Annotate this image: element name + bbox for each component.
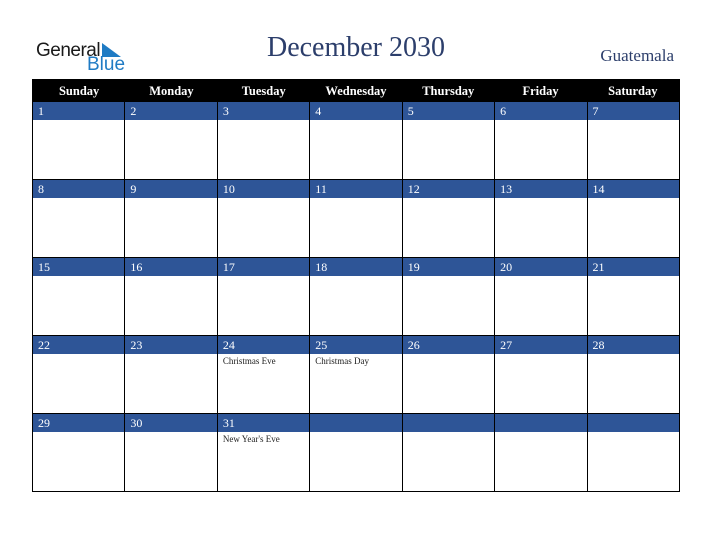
day-cell[interactable]: 11 [310,180,403,257]
day-number: 10 [217,180,310,198]
week-row: 29 30 31 New Year's Eve [33,413,679,491]
day-number: 27 [495,336,587,354]
day-cell[interactable] [587,414,679,491]
day-cell[interactable]: 20 [495,258,588,335]
week-row: 8 9 10 11 12 13 14 [33,179,679,257]
holiday-label: New Year's Eve [222,434,280,444]
day-cell[interactable]: 5 [402,102,496,179]
day-cell[interactable]: 2 [125,102,218,179]
day-number: 24 [217,336,310,354]
day-number [310,414,402,432]
weekday-wednesday: Wednesday [325,84,387,98]
day-cell[interactable]: 12 [402,180,496,257]
day-number: 15 [33,258,125,276]
day-cell[interactable]: 27 [495,336,588,413]
day-cell[interactable]: 19 [402,258,496,335]
day-number: 30 [125,414,217,432]
country-label: Guatemala [600,46,674,65]
weekday-thursday: Thursday [422,84,475,98]
day-cell[interactable] [310,414,403,491]
day-number: 26 [402,336,495,354]
day-number: 25 [310,336,402,354]
day-number: 7 [587,102,679,120]
day-number: 20 [495,258,587,276]
day-cell[interactable] [495,414,588,491]
day-number: 17 [217,258,310,276]
day-number: 31 [217,414,310,432]
day-number: 4 [310,102,402,120]
day-cell[interactable]: 10 [217,180,311,257]
day-cell[interactable]: 30 [125,414,218,491]
day-cell[interactable]: 29 [33,414,126,491]
day-cell[interactable]: 23 [125,336,218,413]
weekday-header: Sunday Monday Tuesday Wednesday Thursday Frid… [33,80,679,102]
day-number: 21 [587,258,679,276]
day-cell[interactable]: 24 Christmas Eve [217,336,311,413]
weekday-sunday: Sunday [58,84,100,98]
day-number: 1 [33,102,125,120]
day-cell[interactable]: 31 New Year's Eve [217,414,311,491]
day-number: 28 [587,336,679,354]
day-cell[interactable]: 8 [33,180,126,257]
weekday-saturday: Saturday [608,84,658,98]
day-cell[interactable]: 25 Christmas Day [310,336,403,413]
day-number [587,414,679,432]
day-cell[interactable]: 16 [125,258,218,335]
day-number: 18 [310,258,402,276]
day-number: 3 [217,102,310,120]
day-number: 13 [495,180,587,198]
day-cell[interactable]: 3 [217,102,311,179]
day-cell[interactable]: 13 [495,180,588,257]
day-number: 11 [310,180,402,198]
day-cell[interactable]: 14 [587,180,679,257]
weekday-monday: Monday [149,84,194,98]
week-row: 22 23 24 Christmas Eve 25 Christmas Day 26 27 28 [33,335,679,413]
day-number: 23 [125,336,217,354]
holiday-label: Christmas Eve [222,356,276,366]
day-cell[interactable]: 4 [310,102,403,179]
day-number [495,414,587,432]
day-cell[interactable]: 26 [402,336,496,413]
day-number: 12 [402,180,495,198]
day-number: 29 [33,414,125,432]
day-number: 19 [402,258,495,276]
day-cell[interactable]: 21 [587,258,679,335]
day-number: 2 [125,102,217,120]
weekday-friday: Friday [522,84,559,98]
week-row: 15 16 17 18 19 20 21 [33,257,679,335]
day-cell[interactable]: 1 [33,102,126,179]
day-cell[interactable]: 22 [33,336,126,413]
day-cell[interactable]: 28 [587,336,679,413]
day-number: 16 [125,258,217,276]
day-number: 5 [402,102,495,120]
week-row: 1234567 [33,102,679,179]
day-number: 8 [33,180,125,198]
calendar-grid: Sunday Monday Tuesday Wednesday Thursday Frid… [32,79,680,492]
day-cell[interactable]: 15 [33,258,126,335]
day-number [402,414,495,432]
day-cell[interactable] [402,414,496,491]
day-cell[interactable]: 18 [310,258,403,335]
day-number: 14 [587,180,679,198]
day-number: 6 [495,102,587,120]
day-cell[interactable]: 7 [587,102,679,179]
holiday-label: Christmas Day [315,356,370,366]
weekday-tuesday: Tuesday [241,84,286,98]
day-cell[interactable]: 9 [125,180,218,257]
day-cell[interactable]: 17 [217,258,311,335]
day-cell[interactable]: 6 [495,102,588,179]
day-number: 22 [33,336,125,354]
day-number: 9 [125,180,217,198]
